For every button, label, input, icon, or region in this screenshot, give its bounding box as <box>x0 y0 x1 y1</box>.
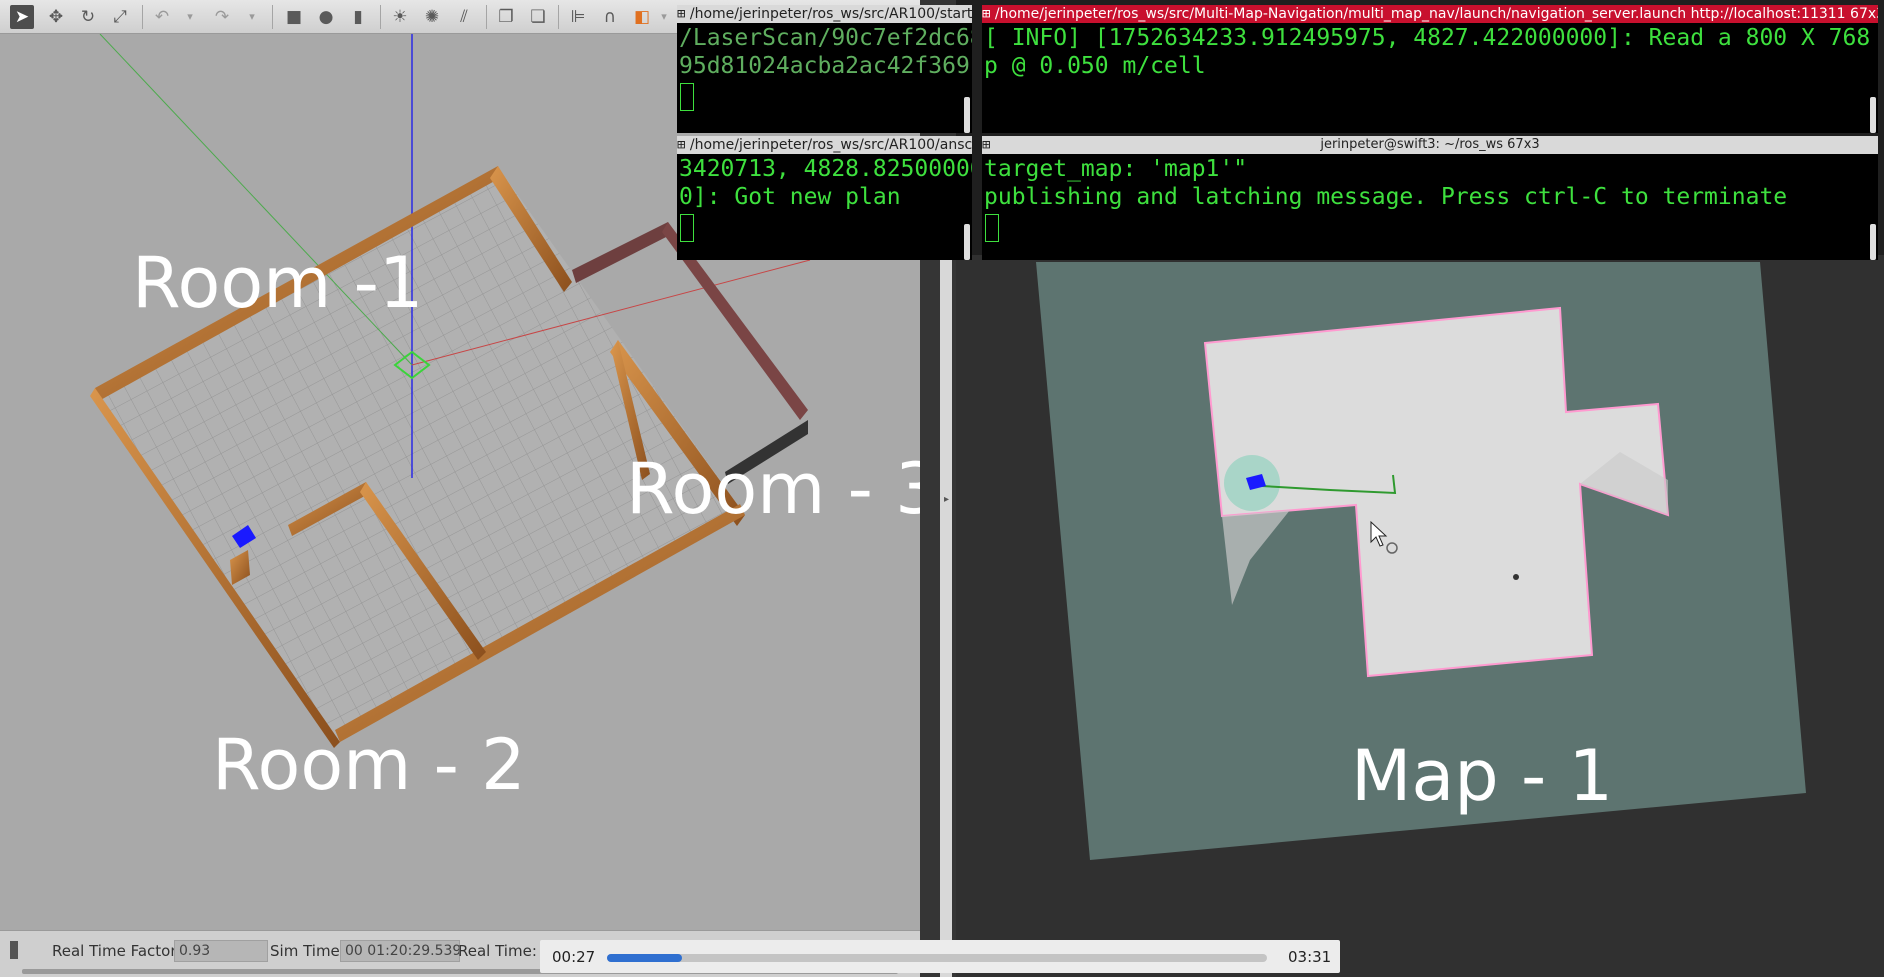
copy-icon[interactable]: ❐ <box>494 5 518 29</box>
sim-time-value: 00 01:20:29.539 <box>340 940 460 962</box>
toolbar-separator <box>380 5 381 29</box>
toolbar-separator <box>142 5 143 29</box>
room-1-label: Room -1 <box>132 242 424 324</box>
terminal-menu-icon[interactable]: ⊞ <box>982 6 990 22</box>
sphere-icon[interactable]: ● <box>314 5 338 29</box>
chevron-down-icon[interactable]: ▾ <box>652 5 676 29</box>
chevron-down-icon[interactable]: ▾ <box>178 5 202 29</box>
toolbar-separator <box>558 5 559 29</box>
room-3-label: Room - 3 <box>626 448 920 530</box>
select-arrow-icon[interactable]: ➤ <box>10 5 34 29</box>
view-angle-icon[interactable]: ◧ <box>630 5 654 29</box>
toolbar-separator <box>486 5 487 29</box>
pause-icon[interactable] <box>10 941 18 959</box>
snap-magnet-icon[interactable]: ∩ <box>598 5 622 29</box>
mouse-cursor-icon <box>1370 520 1398 554</box>
rviz-map-view[interactable]: Map - 1 <box>956 255 1884 977</box>
spot-light-icon[interactable]: ✺ <box>420 5 444 29</box>
terminal-title-bar: ⊞ /home/jerinpeter/ros_ws/src/AR100/star… <box>677 5 972 23</box>
directional-light-icon[interactable]: ⫽ <box>452 5 476 29</box>
terminal-line: 0]: Got new plan <box>679 184 901 210</box>
splitter-arrow-icon[interactable]: ▸ <box>944 494 949 505</box>
player-total-time: 03:31 <box>1288 948 1332 966</box>
terminal-title-text: /home/jerinpeter/ros_ws/src/AR100/ansc <box>689 137 972 153</box>
redo-icon[interactable]: ↷ <box>210 5 234 29</box>
terminal-planner[interactable]: ⊞ /home/jerinpeter/ros_ws/src/AR100/ansc… <box>677 136 972 260</box>
player-seek-bar[interactable] <box>607 954 1267 962</box>
undo-icon[interactable]: ↶ <box>150 5 174 29</box>
player-current-time: 00:27 <box>552 948 596 966</box>
terminal-line: publishing and latching message. Press c… <box>984 184 1788 210</box>
terminal-line: 95d81024acba2ac42f369] <box>679 53 972 79</box>
real-time-label: Real Time: <box>458 942 537 960</box>
terminal-cursor <box>985 214 999 242</box>
box-icon[interactable]: ■ <box>282 5 306 29</box>
room-2-label: Room - 2 <box>212 724 526 806</box>
terminal-scrollbar[interactable] <box>964 97 970 133</box>
real-time-factor-value: 0.93 <box>174 940 268 962</box>
terminal-scrollbar[interactable] <box>1870 97 1876 133</box>
align-icon[interactable]: ⊫ <box>566 5 590 29</box>
terminal-title-text: /home/jerinpeter/ros_ws/src/AR100/start <box>689 6 972 22</box>
video-player-bar[interactable]: 00:27 03:31 <box>540 940 1340 973</box>
terminal-line: 3420713, 4828.82500000 <box>679 156 972 182</box>
terminal-cursor <box>680 83 694 111</box>
point-light-icon[interactable]: ☀ <box>388 5 412 29</box>
real-time-factor-label: Real Time Factor: <box>52 942 182 960</box>
chevron-down-icon[interactable]: ▾ <box>240 5 264 29</box>
terminal-scrollbar[interactable] <box>1870 224 1876 260</box>
map-1-label: Map - 1 <box>1351 735 1614 817</box>
terminal-title-bar: ⊞ /home/jerinpeter/ros_ws/src/Multi-Map-… <box>982 5 1878 23</box>
terminal-title-bar: ⊞ jerinpeter@swift3: ~/ros_ws 67x3 <box>982 136 1878 154</box>
terminal-publisher[interactable]: ⊞ jerinpeter@swift3: ~/ros_ws 67x3 targe… <box>982 136 1878 260</box>
terminal-title-text: /home/jerinpeter/ros_ws/src/Multi-Map-Na… <box>994 6 1878 22</box>
terminal-laserscan[interactable]: ⊞ /home/jerinpeter/ros_ws/src/AR100/star… <box>677 5 972 133</box>
map-obstacle-dot <box>1513 574 1519 580</box>
rotate-icon[interactable]: ↻ <box>76 5 100 29</box>
rviz-map-canvas[interactable] <box>956 255 1884 977</box>
terminal-menu-icon[interactable]: ⊞ <box>677 137 685 153</box>
terminal-line: [ INFO] [1752634233.912495975, 4827.4220… <box>984 25 1878 51</box>
terminal-menu-icon[interactable]: ⊞ <box>677 6 685 22</box>
terminal-title-text: jerinpeter@swift3: ~/ros_ws 67x3 <box>1320 137 1540 152</box>
toolbar-separator <box>272 5 273 29</box>
terminal-scrollbar[interactable] <box>964 224 970 260</box>
terminal-navigation-server[interactable]: ⊞ /home/jerinpeter/ros_ws/src/Multi-Map-… <box>982 5 1878 133</box>
player-progress-fill <box>607 954 683 962</box>
cylinder-icon[interactable]: ▮ <box>346 5 370 29</box>
translate-icon[interactable]: ✥ <box>44 5 68 29</box>
terminal-cursor <box>680 214 694 242</box>
panel-splitter[interactable] <box>940 255 952 977</box>
terminal-title-bar: ⊞ /home/jerinpeter/ros_ws/src/AR100/ansc <box>677 136 972 154</box>
scale-icon[interactable]: ⤢ <box>108 5 132 29</box>
terminal-line: p @ 0.050 m/cell <box>984 53 1206 79</box>
paste-icon[interactable]: ❏ <box>526 5 550 29</box>
sim-time-label: Sim Time: <box>270 942 345 960</box>
terminal-line: target_map: 'map1'" <box>984 156 1248 182</box>
terminal-line: /LaserScan/90c7ef2dc68 <box>679 25 972 51</box>
